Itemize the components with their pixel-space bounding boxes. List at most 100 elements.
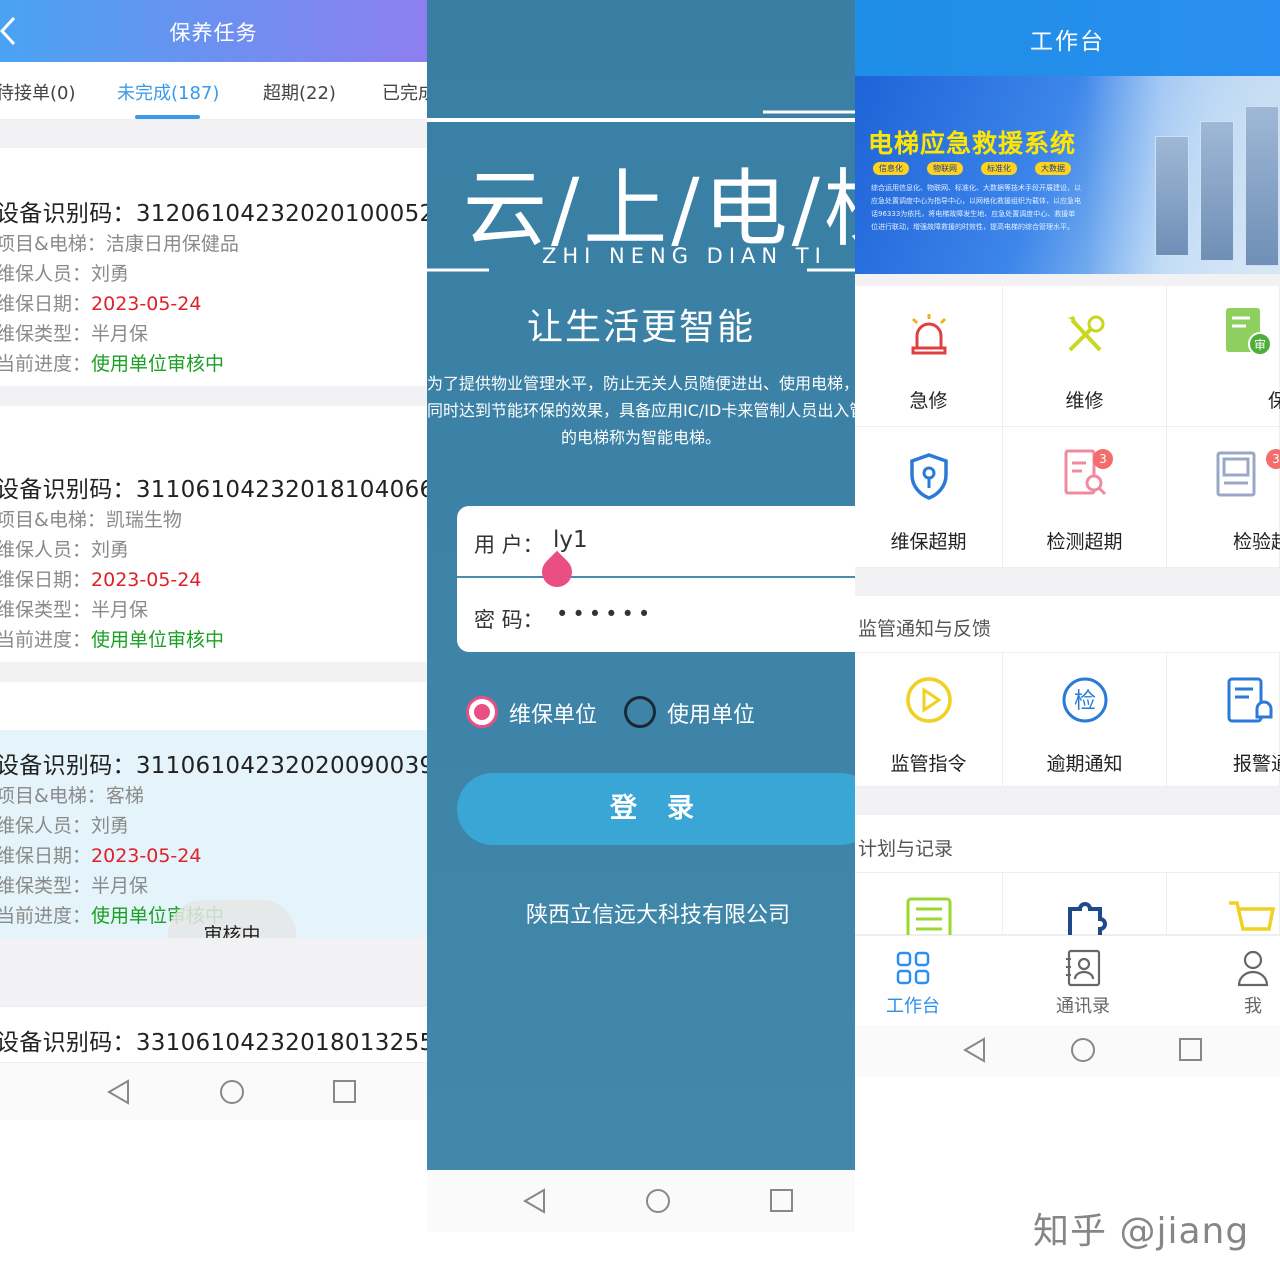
person-label: 维保人员： — [0, 815, 92, 837]
nav-recents-icon[interactable] — [1178, 1037, 1204, 1063]
project-label: 项目&电梯： — [0, 785, 106, 807]
grid-item-maintenance[interactable]: 审 保养 — [1167, 286, 1280, 427]
header-bar: 保养任务 — [0, 0, 427, 62]
banner-title: 电梯应急救援系统 — [868, 129, 1077, 158]
grid-item-repair[interactable]: 维修 — [1003, 286, 1167, 427]
count-badge: 3 — [1266, 449, 1280, 469]
tab-pending[interactable]: 待接单(0) — [0, 79, 76, 105]
nav-back-icon[interactable] — [962, 1037, 988, 1063]
tools-icon — [1067, 315, 1104, 352]
grid-item-label: 监管指令 — [890, 753, 967, 775]
grid-item-alarm-notice[interactable]: 报警通知 — [1167, 652, 1280, 787]
grid-item-label: 检测超期 — [1046, 531, 1123, 553]
doc-bell-icon — [1227, 677, 1273, 723]
device-code: 31106104232018104066泾 — [135, 477, 427, 503]
card-top-spacer — [0, 682, 427, 730]
system-nav-bar — [0, 1062, 427, 1120]
grid-item-urgent-repair[interactable]: 急修 — [855, 286, 1003, 427]
progress-label: 当前进度： — [0, 905, 92, 927]
grid-item-label: 维保超期 — [890, 531, 967, 553]
login-button[interactable]: 登录 — [457, 773, 855, 845]
app-pinyin: ZHI NENG DIAN TI — [542, 244, 827, 268]
contacts-icon[interactable] — [1065, 949, 1101, 987]
promo-banner[interactable]: 电梯应急救援系统 信息化 物联网 标准化 大数据 综合运用信息化、物联网、标准化… — [855, 76, 1280, 274]
maintenance-task-screen: 保养任务 待接单(0) 未完成(187) 超期(22) 已完成 设备识别码：31… — [0, 0, 427, 1280]
tab-completed[interactable]: 已完成 — [382, 79, 427, 105]
banner-tag: 物联网 — [927, 162, 963, 175]
tab-contacts[interactable]: 通讯录 — [1028, 992, 1138, 1018]
tab-me[interactable]: 我 — [1198, 992, 1280, 1018]
nav-home-icon[interactable] — [645, 1188, 671, 1214]
grid-item-supervision-order[interactable]: 监管指令 — [855, 652, 1003, 787]
desc-line: 为了提供物业管理水平，防止无关人员随便进出、使用电梯， — [427, 374, 855, 393]
grid-item-label: 急修 — [909, 390, 948, 412]
code-label: 设备识别码： — [0, 1030, 136, 1056]
profile-icon[interactable] — [1236, 949, 1270, 987]
date-value: 2023-05-24 — [91, 569, 202, 591]
grid-item-plan-list[interactable] — [855, 872, 1003, 945]
banner-tag: 标准化 — [981, 162, 1017, 175]
doc-review-icon: 审 — [1226, 308, 1272, 356]
radio-label-maintenance[interactable]: 维保单位 — [509, 697, 597, 729]
date-label: 维保日期： — [0, 569, 92, 591]
workbench-screen: 工作台 电梯应急救援系统 信息化 物联网 标准化 大数据 综合运用信息化、物联网… — [855, 0, 1280, 1280]
login-screen: 云/上/电/梯 ZHI NENG DIAN TI 让生活更智能 为了提供物业管理… — [427, 0, 855, 1280]
password-input[interactable]: •••••• — [556, 602, 654, 626]
section-gap — [855, 568, 1280, 596]
nav-recents-icon[interactable] — [769, 1188, 795, 1214]
tab-workbench[interactable]: 工作台 — [858, 992, 968, 1018]
password-label: 密 码： — [474, 608, 544, 632]
grid-item-verification-overdue[interactable]: 3 检验超期 — [1167, 427, 1280, 568]
siren-icon — [911, 314, 946, 355]
nav-back-icon[interactable] — [106, 1079, 132, 1105]
grid-item-maintenance-overdue[interactable]: 维保超期 — [855, 427, 1003, 568]
nav-home-icon[interactable] — [219, 1079, 245, 1105]
workbench-grid-icon[interactable] — [896, 951, 930, 985]
section-title-supervision: 监管通知与反馈 — [858, 618, 992, 640]
desc-line: 同时达到节能环保的效果，具备应用IC/ID卡来管制人员出入管理 — [427, 401, 855, 420]
project-value: 凯瑞生物 — [105, 509, 182, 531]
type-value: 半月保 — [91, 875, 149, 897]
type-label: 维保类型： — [0, 599, 92, 621]
tab-overdue[interactable]: 超期(22) — [263, 79, 336, 105]
progress-label: 当前进度： — [0, 629, 92, 651]
task-card[interactable]: 设备识别码：33106104232018013255 — [0, 1006, 427, 1062]
nav-home-icon[interactable] — [1070, 1037, 1096, 1063]
date-value: 2023-05-24 — [91, 293, 202, 315]
progress-value: 使用单位审核中 — [91, 353, 225, 375]
radio-user-unit[interactable] — [624, 696, 656, 728]
task-card[interactable]: 设备识别码：31206104232020100052 项目&电梯：洁康日用保健品… — [0, 148, 427, 386]
company-name: 陕西立信远大科技有限公司 — [525, 903, 790, 928]
grid-item-inspection-overdue[interactable]: 3 检测超期 — [1003, 427, 1167, 568]
elevator-door-image — [1245, 106, 1279, 266]
username-input[interactable]: ly1 — [553, 527, 588, 553]
banner-text: 综合运用信息化、物联网、标准化、大数据等技术手段开展建设，以应急处置调度中心为指… — [871, 184, 1081, 231]
grid-item-purchase[interactable] — [1167, 872, 1280, 935]
list-gap — [0, 938, 427, 1008]
radio-maintenance-unit[interactable] — [466, 696, 498, 728]
tab-incomplete[interactable]: 未完成(187) — [117, 79, 219, 105]
date-label: 维保日期： — [0, 845, 92, 867]
shield-wrench-icon — [909, 453, 948, 500]
desc-line: 的电梯称为智能电梯。 — [560, 428, 721, 447]
app-description: 为了提供物业管理水平，防止无关人员随便进出、使用电梯， 同时达到节能环保的效果，… — [427, 370, 855, 451]
grid-item-label: 维修 — [1065, 390, 1104, 412]
login-form: 用 户： ly1 密 码： •••••• — [457, 506, 855, 652]
nav-recents-icon[interactable] — [332, 1079, 358, 1105]
grid-item-records[interactable] — [1003, 872, 1167, 941]
page-title: 工作台 — [1030, 29, 1105, 55]
date-value: 2023-05-24 — [91, 845, 202, 867]
grid-item-label: 保养 — [1267, 390, 1280, 412]
nav-back-icon[interactable] — [522, 1188, 548, 1214]
slogan: 让生活更智能 — [526, 307, 755, 348]
task-card[interactable]: 设备识别码：31106104232018104066泾 项目&电梯：凯瑞生物 维… — [0, 406, 427, 662]
grid-item-overdue-notice[interactable]: 检 逾期通知 — [1003, 652, 1167, 787]
grid-item-label: 检验超期 — [1232, 531, 1280, 553]
play-circle-icon — [905, 677, 952, 723]
radio-label-user[interactable]: 使用单位 — [667, 697, 755, 729]
list-gap — [0, 120, 427, 148]
project-value: 洁康日用保健品 — [105, 233, 239, 255]
progress-label: 当前进度： — [0, 353, 92, 375]
task-tabs: 待接单(0) 未完成(187) 超期(22) 已完成 — [0, 62, 427, 120]
zhihu-watermark: 知乎 @jiang — [1033, 1211, 1250, 1252]
